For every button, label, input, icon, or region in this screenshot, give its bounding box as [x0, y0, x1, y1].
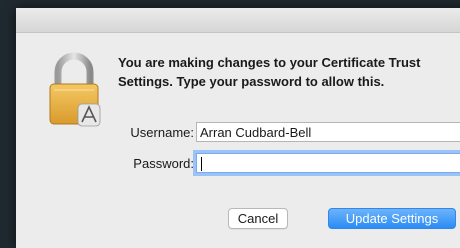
- password-field[interactable]: [196, 153, 460, 173]
- dialog-titlebar[interactable]: [16, 8, 460, 33]
- username-field[interactable]: Arran Cudbard-Bell: [196, 122, 460, 142]
- lock-icon: [49, 52, 101, 127]
- authentication-dialog: You are making changes to your Certifica…: [16, 8, 460, 248]
- dialog-message: You are making changes to your Certifica…: [118, 55, 421, 89]
- app-badge-icon: [77, 103, 101, 127]
- cancel-button[interactable]: Cancel: [228, 208, 288, 229]
- text-caret: [201, 157, 202, 171]
- username-label: Username:: [130, 125, 194, 140]
- update-settings-button[interactable]: Update Settings: [328, 208, 456, 229]
- password-label: Password:: [133, 156, 194, 171]
